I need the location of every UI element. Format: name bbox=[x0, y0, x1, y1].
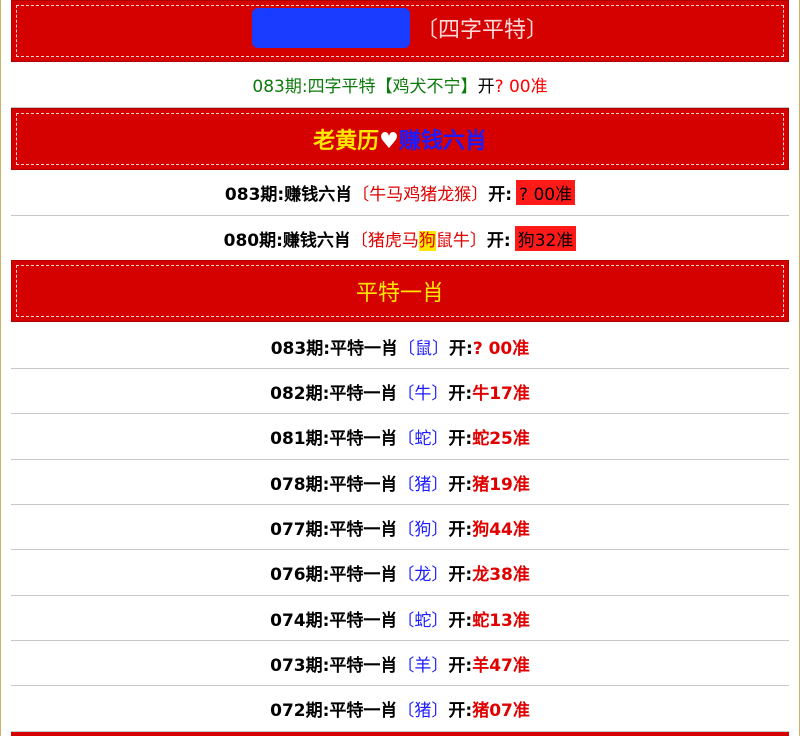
header-title: 〔四字平特〕 bbox=[415, 18, 548, 43]
row-pick: 〔羊〕 bbox=[397, 655, 449, 676]
row-open-label: 开: bbox=[448, 474, 473, 495]
row-open-label: 开: bbox=[448, 565, 473, 585]
row-period: 083期: bbox=[224, 185, 285, 205]
row-result: ? 00准 bbox=[516, 180, 576, 205]
row-period: 076期: bbox=[270, 565, 330, 585]
list-row: 074期: 平特一肖 〔蛇〕 开: 蛇13准 bbox=[11, 596, 789, 641]
row-pick: 〔牛马鸡猪龙猴〕 bbox=[352, 185, 489, 205]
list-row: 076期: 平特一肖 〔龙〕 开: 龙38准 bbox=[11, 550, 789, 596]
header-banner: 〔四字平特〕 bbox=[11, 0, 789, 62]
row-result: 羊47准 bbox=[472, 655, 530, 676]
row-result: 狗44准 bbox=[472, 519, 530, 540]
row-name: 四字平特 bbox=[307, 77, 376, 97]
section-title-part2: 赚钱六肖 bbox=[398, 129, 487, 154]
row-result: 狗32准 bbox=[514, 225, 577, 251]
section-banner-single: 平特一肖 bbox=[11, 260, 789, 322]
redaction-mask-icon bbox=[251, 8, 410, 48]
row-open-label: 开: bbox=[448, 383, 473, 404]
row-pick-after: 鼠牛〕 bbox=[435, 230, 487, 251]
row-period: 078期: bbox=[270, 474, 330, 495]
row-name: 平特一肖 bbox=[329, 383, 398, 404]
list-row: 082期: 平特一肖 〔牛〕 开: 牛17准 bbox=[11, 369, 789, 414]
row-open-label: 开: bbox=[448, 610, 473, 631]
row-result: 牛17准 bbox=[472, 383, 530, 404]
row-period: 083期: bbox=[270, 338, 331, 359]
row-period: 073期: bbox=[270, 655, 330, 676]
row-name: 平特一肖 bbox=[329, 610, 398, 631]
row-pick: 〔猪〕 bbox=[397, 474, 449, 495]
row-result: 猪19准 bbox=[472, 474, 530, 495]
list-row: 072期: 平特一肖 〔猪〕 开: 猪07准 bbox=[11, 686, 789, 732]
row-name: 平特一肖 bbox=[330, 338, 399, 359]
four-char-row: 083期: 四字平特 【鸡犬不宁】 开 ? 00准 bbox=[11, 62, 789, 108]
row-name: 平特一肖 bbox=[329, 474, 398, 495]
row-open-label: 开: bbox=[448, 519, 473, 540]
row-open-label: 开 bbox=[477, 77, 495, 97]
row-name: 平特一肖 bbox=[329, 701, 398, 721]
bottom-red-strip bbox=[11, 732, 789, 736]
row-open-label: 开: bbox=[449, 338, 473, 359]
row-open-label: 开: bbox=[448, 429, 473, 449]
row-open-label: 开: bbox=[488, 185, 513, 205]
row-name: 赚钱六肖 bbox=[284, 185, 353, 205]
row-period: 077期: bbox=[270, 519, 330, 540]
list-row: 081期: 平特一肖 〔蛇〕 开: 蛇25准 bbox=[11, 414, 789, 460]
row-pick: 〔蛇〕 bbox=[397, 610, 449, 631]
row-name: 平特一肖 bbox=[329, 429, 398, 449]
row-period: 074期: bbox=[270, 610, 330, 631]
row-result: 蛇25准 bbox=[472, 429, 530, 449]
section-title-six: 老黄历♥赚钱六肖 bbox=[313, 123, 487, 155]
row-pick: 〔龙〕 bbox=[397, 565, 449, 585]
header-title-wrap: 〔四字平特〕 bbox=[251, 8, 548, 51]
row-name: 平特一肖 bbox=[329, 519, 398, 540]
section-banner-six: 老黄历♥赚钱六肖 bbox=[11, 108, 789, 170]
list-row: 073期: 平特一肖 〔羊〕 开: 羊47准 bbox=[11, 641, 789, 686]
row-result: 猪07准 bbox=[472, 701, 530, 721]
section-title-single: 平特一肖 bbox=[355, 281, 444, 306]
row-open-label: 开: bbox=[448, 701, 473, 721]
row-open-label: 开: bbox=[486, 230, 511, 251]
row-pick: 〔猪虎马狗鼠牛〕 bbox=[351, 226, 487, 251]
row-result: ? 00准 bbox=[472, 338, 530, 359]
row-result: 蛇13准 bbox=[472, 610, 530, 631]
row-period: 072期: bbox=[270, 701, 330, 721]
row-name: 平特一肖 bbox=[329, 565, 398, 585]
section-title-part1: 老黄历 bbox=[313, 129, 380, 154]
list-row: 083期: 平特一肖 〔鼠〕 开: ? 00准 bbox=[11, 324, 789, 369]
row-pick: 〔狗〕 bbox=[397, 519, 449, 540]
row-result: ? 00准 bbox=[494, 77, 548, 97]
row-name: 平特一肖 bbox=[329, 655, 398, 676]
row-pick-before: 〔猪虎马 bbox=[350, 230, 419, 251]
six-row: 080期: 赚钱六肖 〔猪虎马狗鼠牛〕 开: 狗32准 bbox=[11, 216, 789, 260]
row-open-label: 开: bbox=[448, 655, 473, 676]
row-pick-highlight: 狗 bbox=[418, 230, 436, 251]
row-period: 080期: bbox=[223, 230, 283, 251]
row-pick: 【鸡犬不宁】 bbox=[375, 77, 478, 97]
page: 〔四字平特〕 083期: 四字平特 【鸡犬不宁】 开 ? 00准 老黄历♥赚钱六… bbox=[0, 0, 800, 736]
row-pick: 〔蛇〕 bbox=[397, 429, 449, 449]
list-row: 077期: 平特一肖 〔狗〕 开: 狗44准 bbox=[11, 505, 789, 550]
row-name: 赚钱六肖 bbox=[282, 230, 351, 251]
row-pick: 〔牛〕 bbox=[397, 383, 449, 404]
row-result: 龙38准 bbox=[472, 565, 530, 585]
row-period: 081期: bbox=[270, 429, 330, 449]
six-row: 083期: 赚钱六肖 〔牛马鸡猪龙猴〕 开: ? 00准 bbox=[11, 170, 789, 216]
row-pick: 〔猪〕 bbox=[397, 701, 449, 721]
row-period: 082期: bbox=[270, 383, 330, 404]
heart-icon: ♥ bbox=[379, 129, 399, 154]
row-period: 083期: bbox=[252, 77, 308, 97]
row-pick: 〔鼠〕 bbox=[398, 338, 450, 359]
list-row: 078期: 平特一肖 〔猪〕 开: 猪19准 bbox=[11, 460, 789, 505]
